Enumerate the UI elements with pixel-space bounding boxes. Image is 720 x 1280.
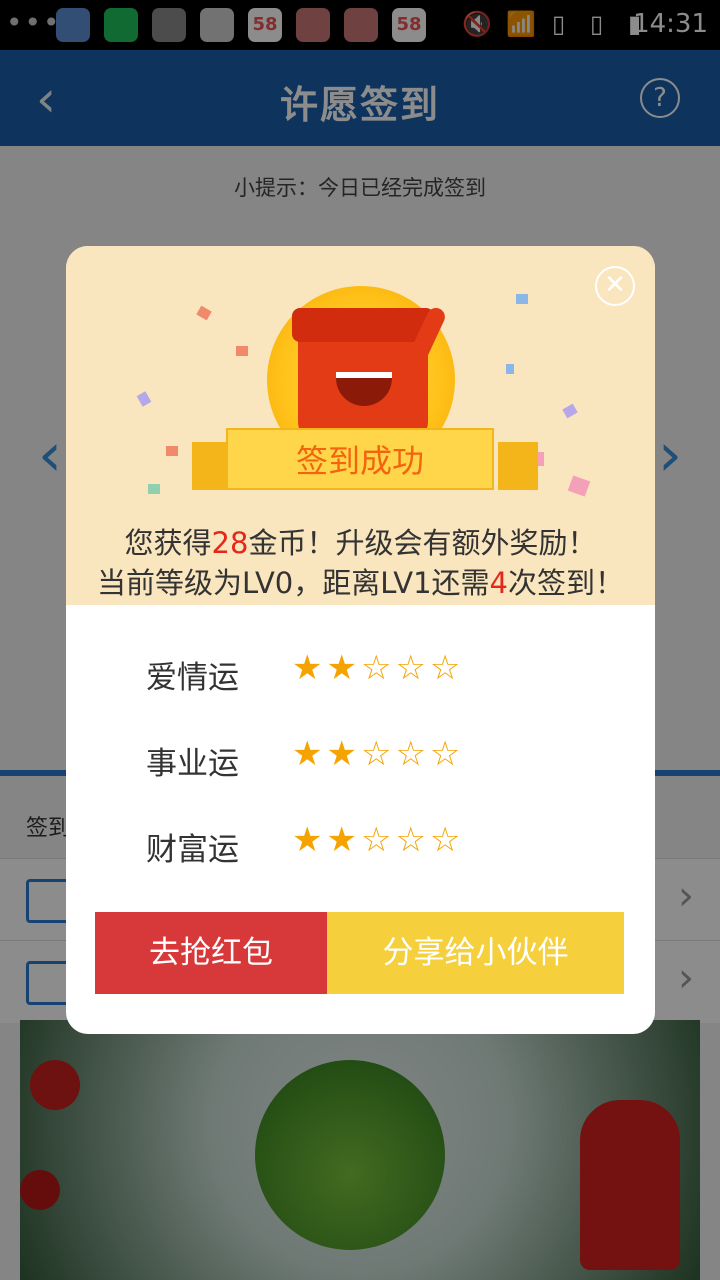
confetti <box>166 446 178 456</box>
mascot-top <box>292 308 434 342</box>
fortune-row-career: 事业运 ★★☆☆☆ <box>66 728 655 788</box>
confetti <box>196 305 212 321</box>
confetti <box>516 294 528 304</box>
star-rating: ★★☆☆☆ <box>292 648 465 688</box>
confetti <box>506 364 514 374</box>
grab-red-packet-button[interactable]: 去抢红包 <box>95 912 327 994</box>
remaining-count: 4 <box>489 566 508 600</box>
ribbon-tail-right <box>498 442 538 490</box>
fortune-row-love: 爱情运 ★★☆☆☆ <box>66 642 655 702</box>
fortune-label: 财富运 <box>146 832 239 868</box>
level-prefix: 当前等级为LV0，距离LV1还需 <box>97 566 490 600</box>
fortune-row-wealth: 财富运 ★★☆☆☆ <box>66 814 655 874</box>
dialog-header-area: 签到成功 您获得28金币！升级会有额外奖励！ 当前等级为LV0，距离LV1还需4… <box>66 246 655 605</box>
star-rating: ★★☆☆☆ <box>292 734 465 774</box>
confetti <box>567 475 591 497</box>
confetti <box>136 391 152 407</box>
confetti <box>148 484 160 494</box>
coin-count: 28 <box>211 526 249 560</box>
reward-suffix: 金币！升级会有额外奖励！ <box>248 526 597 560</box>
confetti <box>236 346 248 356</box>
fortune-label: 事业运 <box>146 746 239 782</box>
close-icon[interactable]: ✕ <box>595 266 635 306</box>
reward-prefix: 您获得 <box>124 526 212 560</box>
level-message: 当前等级为LV0，距离LV1还需4次签到！ <box>66 560 655 602</box>
share-button[interactable]: 分享给小伙伴 <box>327 912 624 994</box>
level-suffix: 次签到！ <box>507 566 624 600</box>
checkin-success-dialog: 签到成功 您获得28金币！升级会有额外奖励！ 当前等级为LV0，距离LV1还需4… <box>66 246 655 1034</box>
checkin-success-label: 签到成功 <box>295 442 424 480</box>
star-rating: ★★☆☆☆ <box>292 820 465 860</box>
reward-message: 您获得28金币！升级会有额外奖励！ <box>66 520 655 562</box>
fortune-label: 爱情运 <box>146 660 239 696</box>
confetti <box>562 403 578 419</box>
